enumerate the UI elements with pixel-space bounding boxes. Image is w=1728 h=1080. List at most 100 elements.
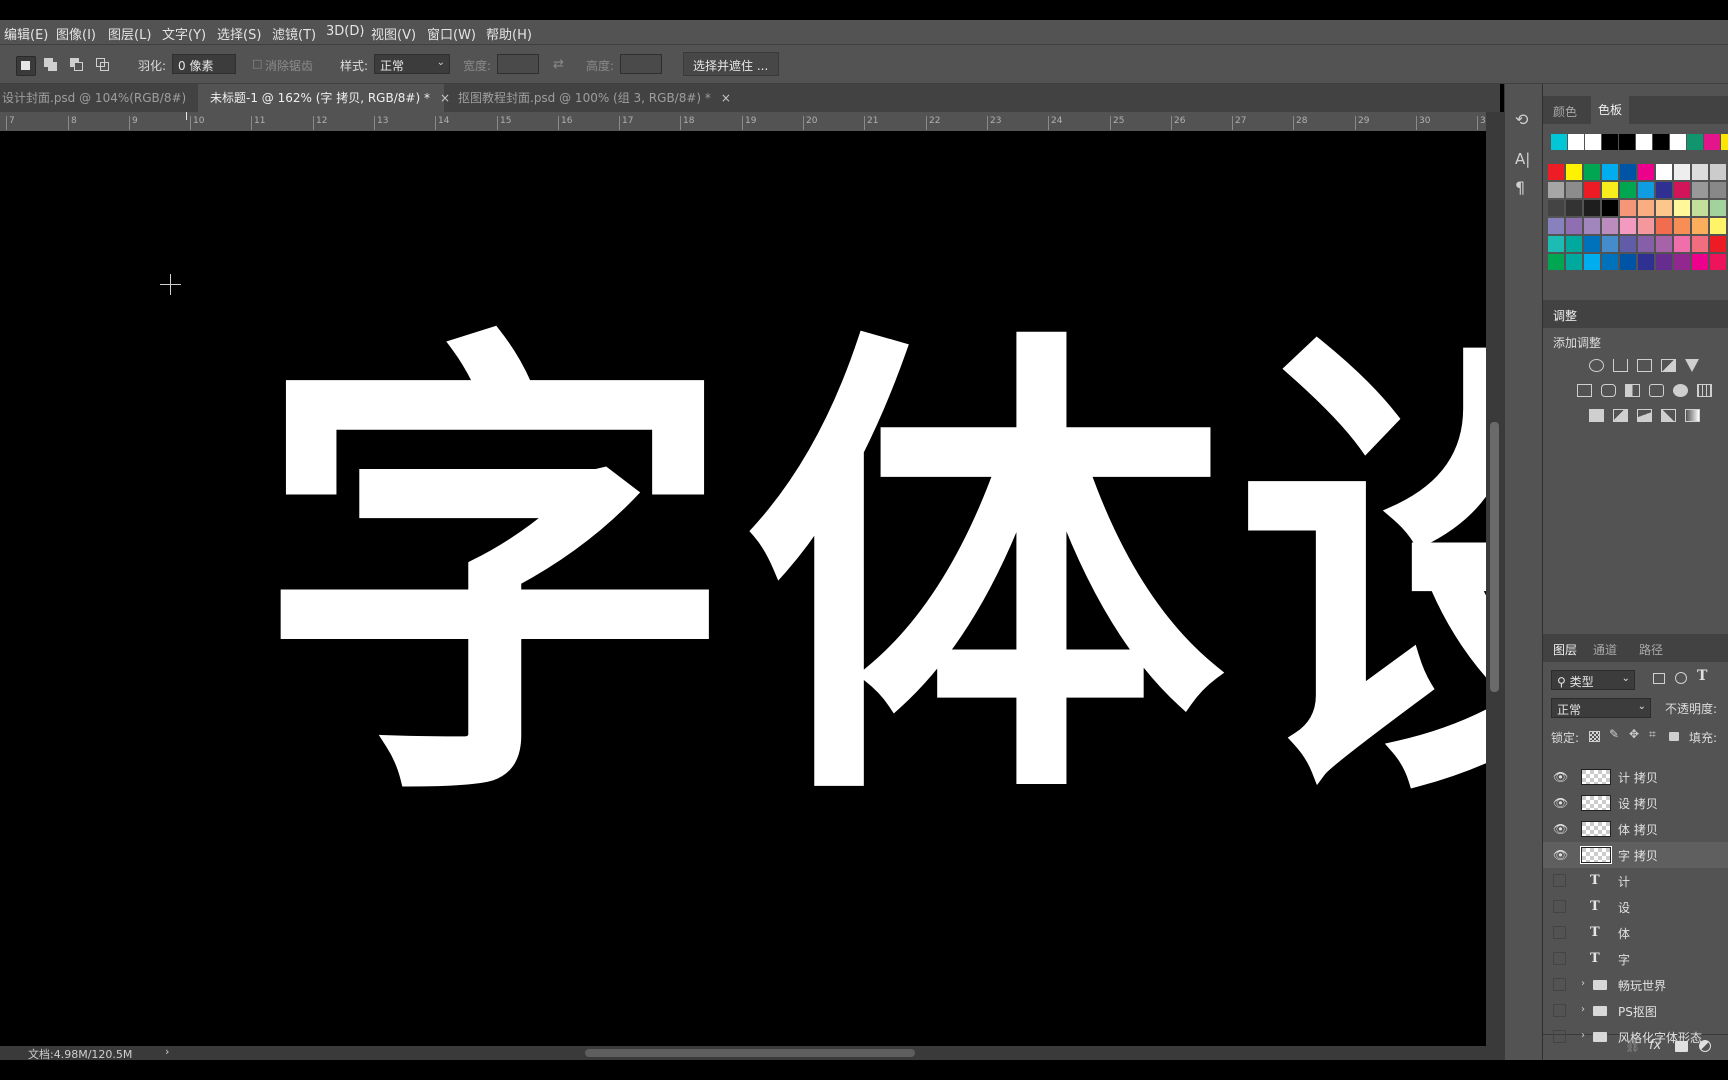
swatch[interactable] bbox=[1566, 164, 1582, 180]
height-input[interactable] bbox=[620, 54, 662, 74]
swatch[interactable] bbox=[1638, 254, 1654, 270]
swatch[interactable] bbox=[1674, 236, 1690, 252]
subtract-selection-button[interactable] bbox=[68, 56, 86, 74]
swatch[interactable] bbox=[1656, 164, 1672, 180]
menu-image[interactable]: 图像(I) bbox=[56, 24, 96, 43]
menu-window[interactable]: 窗口(W) bbox=[427, 24, 476, 43]
swatch[interactable] bbox=[1548, 164, 1564, 180]
intersect-selection-button[interactable] bbox=[94, 56, 112, 74]
visibility-toggle[interactable] bbox=[1553, 926, 1566, 939]
filter-type-icon[interactable]: T bbox=[1697, 668, 1707, 684]
menu-select[interactable]: 选择(S) bbox=[217, 24, 261, 43]
gradient-map-icon[interactable] bbox=[1685, 409, 1700, 422]
swatch[interactable] bbox=[1548, 218, 1564, 234]
posterize-icon[interactable] bbox=[1613, 409, 1628, 422]
tab-design-cover[interactable]: 设计封面.psd @ 104%(RGB/8#)× bbox=[0, 84, 206, 112]
swatch[interactable] bbox=[1585, 134, 1601, 150]
feather-input[interactable]: 0 像素 bbox=[172, 54, 236, 74]
swatch[interactable] bbox=[1638, 200, 1654, 216]
menu-filter[interactable]: 滤镜(T) bbox=[272, 24, 316, 43]
swatch[interactable] bbox=[1656, 236, 1672, 252]
swap-icon[interactable]: ⇄ bbox=[553, 57, 564, 72]
visibility-toggle[interactable] bbox=[1553, 952, 1566, 965]
swatch[interactable] bbox=[1692, 218, 1708, 234]
exposure-icon[interactable] bbox=[1661, 359, 1676, 372]
eye-icon[interactable]: 👁 bbox=[1553, 770, 1568, 784]
swatch[interactable] bbox=[1638, 236, 1654, 252]
visibility-toggle[interactable] bbox=[1553, 978, 1566, 991]
chevron-right-icon[interactable]: › bbox=[1581, 1004, 1585, 1015]
chevron-right-icon[interactable]: › bbox=[1581, 978, 1585, 989]
tab-cutout-cover[interactable]: 抠图教程封面.psd @ 100% (组 3, RGB/8#) * × bbox=[446, 84, 731, 112]
swatch[interactable] bbox=[1692, 236, 1708, 252]
swatch[interactable] bbox=[1602, 164, 1618, 180]
antialias-checkbox-icon[interactable]: □ bbox=[252, 57, 262, 70]
swatch[interactable] bbox=[1602, 236, 1618, 252]
swatch[interactable] bbox=[1674, 218, 1690, 234]
vibrance-icon[interactable] bbox=[1685, 359, 1699, 372]
swatch[interactable] bbox=[1674, 200, 1690, 216]
swatch[interactable] bbox=[1620, 254, 1636, 270]
swatch[interactable] bbox=[1548, 254, 1564, 270]
levels-icon[interactable] bbox=[1613, 359, 1628, 372]
swatch[interactable] bbox=[1656, 200, 1672, 216]
document-canvas[interactable]: 字体设 bbox=[0, 131, 1486, 1046]
swatch[interactable] bbox=[1674, 254, 1690, 270]
curves-icon[interactable] bbox=[1637, 359, 1652, 372]
eye-icon[interactable]: 👁 bbox=[1553, 822, 1568, 836]
swatch[interactable] bbox=[1619, 134, 1635, 150]
tab-channels[interactable]: 通道 bbox=[1593, 641, 1617, 658]
history-icon[interactable]: ⟲ bbox=[1515, 110, 1528, 129]
swatch[interactable] bbox=[1602, 200, 1618, 216]
menu-help[interactable]: 帮助(H) bbox=[486, 24, 532, 43]
tab-layers[interactable]: 图层 bbox=[1553, 641, 1577, 658]
swatch[interactable] bbox=[1687, 134, 1703, 150]
visibility-toggle[interactable] bbox=[1553, 900, 1566, 913]
filter-pixel-icon[interactable] bbox=[1653, 673, 1665, 684]
blend-mode-select[interactable]: 正常 ⌄ bbox=[1551, 698, 1651, 718]
swatch[interactable] bbox=[1704, 134, 1720, 150]
swatch[interactable] bbox=[1620, 236, 1636, 252]
layer-row[interactable]: › PS抠图 bbox=[1543, 998, 1728, 1024]
swatch[interactable] bbox=[1602, 218, 1618, 234]
swatch[interactable] bbox=[1721, 134, 1728, 150]
visibility-toggle[interactable] bbox=[1553, 1030, 1566, 1043]
layer-row[interactable]: T计 bbox=[1543, 868, 1728, 894]
swatch[interactable] bbox=[1656, 254, 1672, 270]
swatch[interactable] bbox=[1674, 164, 1690, 180]
swatch[interactable] bbox=[1656, 218, 1672, 234]
swatch[interactable] bbox=[1710, 218, 1726, 234]
swatch[interactable] bbox=[1636, 134, 1652, 150]
tab-adjustments[interactable]: 调整 bbox=[1553, 307, 1577, 324]
brightness-icon[interactable] bbox=[1589, 359, 1604, 372]
menu-type[interactable]: 文字(Y) bbox=[162, 24, 206, 43]
swatch[interactable] bbox=[1568, 134, 1584, 150]
lock-pixels-icon[interactable]: ✎ bbox=[1609, 727, 1619, 741]
swatch[interactable] bbox=[1548, 236, 1564, 252]
swatch[interactable] bbox=[1656, 182, 1672, 198]
swatch[interactable] bbox=[1692, 254, 1708, 270]
swatch[interactable] bbox=[1584, 254, 1600, 270]
selective-color-icon[interactable] bbox=[1661, 409, 1676, 422]
swatch[interactable] bbox=[1548, 200, 1564, 216]
swatch[interactable] bbox=[1566, 218, 1582, 234]
status-menu-arrow[interactable]: › bbox=[165, 1045, 169, 1058]
black-white-icon[interactable] bbox=[1625, 384, 1640, 397]
chevron-right-icon[interactable]: › bbox=[1581, 1030, 1585, 1041]
channel-mixer-icon[interactable] bbox=[1673, 384, 1688, 397]
close-icon[interactable]: × bbox=[721, 91, 731, 105]
width-input[interactable] bbox=[497, 54, 539, 74]
swatch[interactable] bbox=[1620, 200, 1636, 216]
layer-row[interactable]: 👁 字 拷贝 bbox=[1543, 842, 1728, 868]
swatch[interactable] bbox=[1692, 182, 1708, 198]
threshold-icon[interactable] bbox=[1637, 409, 1652, 422]
eye-icon[interactable]: 👁 bbox=[1553, 796, 1568, 810]
swatch[interactable] bbox=[1710, 164, 1726, 180]
swatch[interactable] bbox=[1620, 182, 1636, 198]
swatch[interactable] bbox=[1566, 182, 1582, 198]
layer-row[interactable]: T字 bbox=[1543, 946, 1728, 972]
swatch[interactable] bbox=[1638, 182, 1654, 198]
lock-artboard-icon[interactable]: ⌗ bbox=[1649, 727, 1656, 742]
eye-icon[interactable]: 👁 bbox=[1553, 848, 1568, 862]
layer-row[interactable]: 👁 设 拷贝 bbox=[1543, 790, 1728, 816]
